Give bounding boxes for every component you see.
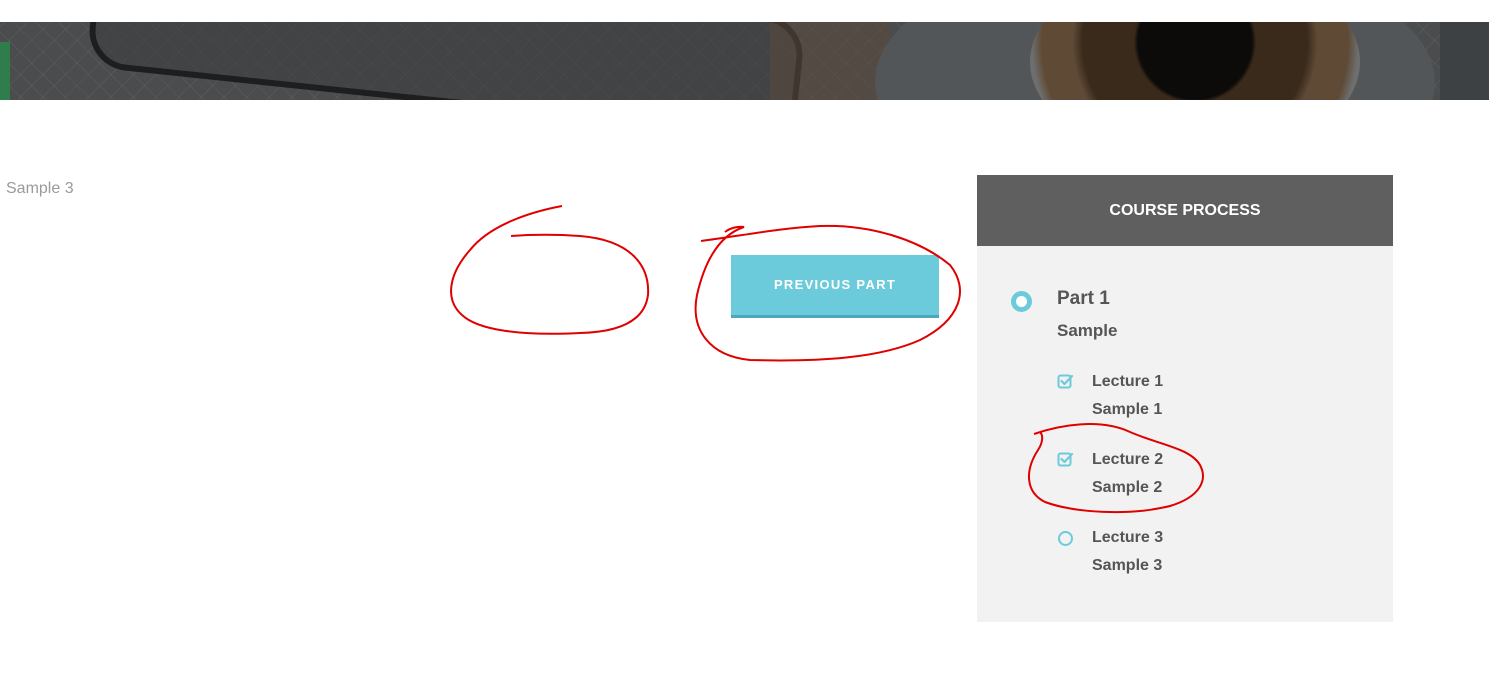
checkbox-checked-icon bbox=[1057, 374, 1074, 389]
circle-icon bbox=[1011, 291, 1032, 312]
part-title: Part 1 bbox=[1057, 288, 1110, 309]
hero-notebook bbox=[85, 22, 807, 100]
sidebar-header: COURSE PROCESS bbox=[977, 175, 1393, 246]
lecture-title: Lecture 3 bbox=[1092, 529, 1164, 546]
hero-edge bbox=[1440, 22, 1489, 100]
lecture-title: Lecture 1 bbox=[1092, 373, 1164, 390]
circle-icon bbox=[1058, 531, 1073, 546]
previous-part-button[interactable]: PREVIOUS PART bbox=[731, 255, 939, 318]
hero-coffee bbox=[1030, 22, 1360, 100]
hero-pen bbox=[0, 42, 10, 100]
lesson-content-text: Sample 3 bbox=[6, 180, 74, 197]
part-subtitle: Sample bbox=[1057, 321, 1118, 340]
lecture-subtitle: Sample 1 bbox=[1092, 401, 1163, 418]
course-process-sidebar: COURSE PROCESS Part 1 Sample Lecture 1 S… bbox=[977, 175, 1393, 622]
top-bar bbox=[0, 0, 1489, 22]
lecture-subtitle: Sample 2 bbox=[1092, 479, 1163, 496]
checkbox-checked-icon bbox=[1057, 452, 1074, 467]
lecture-subtitle: Sample 3 bbox=[1092, 557, 1163, 574]
annotation-circle-empty-area bbox=[450, 205, 650, 335]
lecture-title: Lecture 2 bbox=[1092, 451, 1164, 468]
hero-desk bbox=[770, 22, 890, 100]
hero-banner-image bbox=[0, 22, 1489, 100]
